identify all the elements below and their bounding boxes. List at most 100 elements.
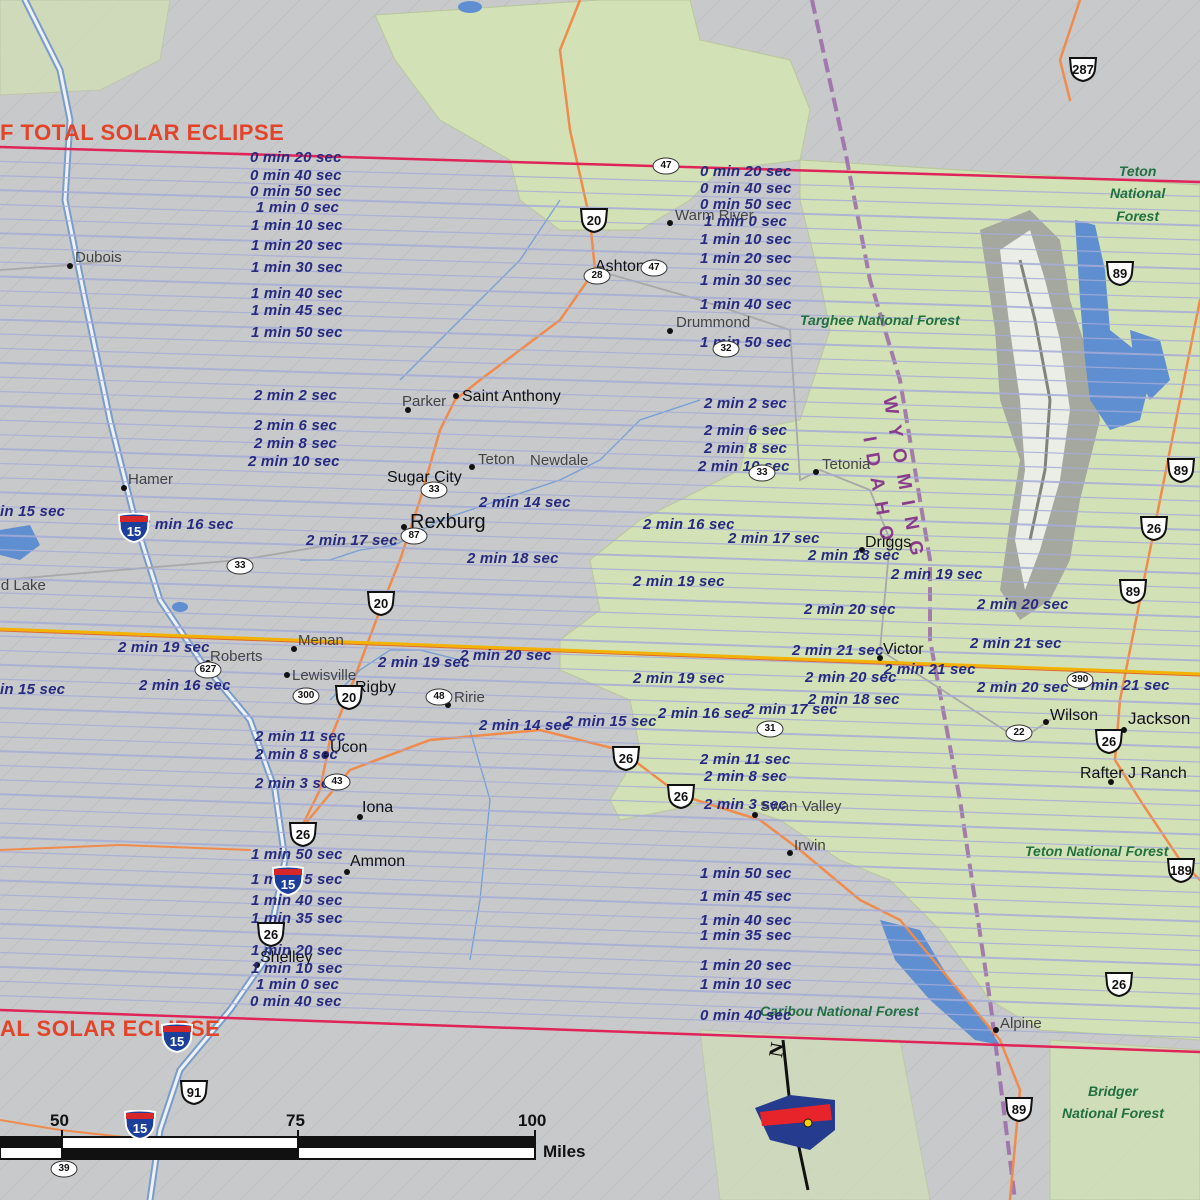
duration-label: 1 min 10 sec xyxy=(700,231,792,248)
duration-label: 2 min 19 sec xyxy=(891,566,983,583)
highway-shield-sr-31: 31 xyxy=(756,720,784,738)
highway-shield-sr-627: 627 xyxy=(192,661,224,679)
scale-label-50: 50 xyxy=(50,1111,69,1130)
duration-label: 1 min 0 sec xyxy=(256,976,340,993)
city-rafter-j-ranch: Rafter J Ranch xyxy=(1080,765,1187,782)
highway-number: 22 xyxy=(1013,727,1025,738)
highway-shield-sr-47: 47 xyxy=(640,259,668,277)
highway-shield-sr-33: 33 xyxy=(420,481,448,499)
duration-label: 0 min 20 sec xyxy=(250,149,342,166)
duration-label: 0 min 50 sec xyxy=(700,196,792,213)
highway-number: 189 xyxy=(1170,863,1192,878)
highway-number: 20 xyxy=(586,213,602,228)
scale-label-100: 100 xyxy=(518,1111,547,1130)
eclipse-path-map: F TOTAL SOLAR ECLIPSE AL SOLAR ECLIPSE W… xyxy=(0,0,1200,1200)
highway-shield-sr-33: 33 xyxy=(226,557,254,575)
duration-label: 2 min 17 sec xyxy=(306,532,398,549)
highway-number: 31 xyxy=(764,723,776,734)
highway-shield-sr-33: 33 xyxy=(748,464,776,482)
duration-label: 2 min 6 sec xyxy=(254,417,338,434)
highway-number: 15 xyxy=(132,1121,148,1136)
duration-label: 2 min 19 sec xyxy=(378,654,470,671)
highway-number: 26 xyxy=(618,751,634,766)
highway-number: 33 xyxy=(428,484,440,495)
duration-label: 2 min 20 sec xyxy=(460,647,552,664)
scale-unit-label: Miles xyxy=(543,1142,586,1161)
city-wilson: Wilson xyxy=(1050,707,1099,724)
highway-shield-us-91: 91 xyxy=(178,1078,210,1106)
city-tetonia: Tetonia xyxy=(822,456,871,473)
duration-label: 2 min 20 sec xyxy=(977,596,1069,613)
highway-shield-us-89: 89 xyxy=(1117,577,1149,605)
highway-shield-sr-39: 39 xyxy=(50,1160,78,1178)
duration-label: 0 min 20 sec xyxy=(700,163,792,180)
highway-number: 89 xyxy=(1112,266,1128,281)
duration-label: 1 min 50 sec xyxy=(251,846,343,863)
highway-number: 47 xyxy=(648,262,660,273)
duration-label: 0 min 40 sec xyxy=(250,993,342,1010)
highway-shield-us-26: 26 xyxy=(610,744,642,772)
highway-number: 91 xyxy=(186,1085,202,1100)
duration-label: 2 min 16 sec xyxy=(658,705,750,722)
forest-label-teton-ne: Teton National Forest xyxy=(1110,163,1166,224)
duration-label: 0 min 40 sec xyxy=(250,167,342,184)
duration-label: 1 min 30 sec xyxy=(700,272,792,289)
city-saint-anthony: Saint Anthony xyxy=(462,388,561,405)
duration-label: 2 min 10 sec xyxy=(248,453,340,470)
duration-label: 2 min 20 sec xyxy=(804,601,896,618)
highway-shield-sr-390: 390 xyxy=(1064,671,1096,689)
highway-number: 15 xyxy=(169,1034,185,1049)
duration-label: 1 min 20 sec xyxy=(700,957,792,974)
duration-label: 2 min 16 sec xyxy=(142,516,234,533)
highway-shield-us-20: 20 xyxy=(365,589,397,617)
duration-label: 1 min 50 sec xyxy=(700,865,792,882)
highway-shield-i-15: 15 xyxy=(123,1109,157,1141)
highway-number: 15 xyxy=(280,877,296,892)
city-alpine: Alpine xyxy=(1000,1015,1042,1032)
highway-shield-i-15: 15 xyxy=(271,865,305,897)
eclipse-north-title: F TOTAL SOLAR ECLIPSE xyxy=(0,120,285,145)
highway-shield-sr-22: 22 xyxy=(1005,724,1033,742)
city-lewisville: Lewisville xyxy=(292,667,357,684)
highway-shield-i-15: 15 xyxy=(117,512,151,544)
duration-label: 2 min 8 sec xyxy=(704,440,788,457)
highway-number: 47 xyxy=(660,160,672,171)
duration-label: 1 min 0 sec xyxy=(256,199,340,216)
highway-shield-i-15: 15 xyxy=(160,1022,194,1054)
highway-number: 26 xyxy=(1146,521,1162,536)
duration-label: 2 min 14 sec xyxy=(479,494,571,511)
duration-label: 1 min 40 sec xyxy=(251,285,343,302)
duration-label: 1 min 45 sec xyxy=(700,888,792,905)
duration-label: 2 min 18 sec xyxy=(467,550,559,567)
highway-number: 28 xyxy=(591,270,603,281)
highway-number: 89 xyxy=(1011,1102,1027,1117)
duration-label: 1 min 0 sec xyxy=(704,213,788,230)
duration-label: 2 min 6 sec xyxy=(704,422,788,439)
city-ririe: Ririe xyxy=(454,689,485,706)
city-irwin: Irwin xyxy=(794,837,826,854)
forest-label-bridger: Bridger National Forest xyxy=(1062,1083,1164,1122)
highway-shield-us-89: 89 xyxy=(1003,1095,1035,1123)
highway-shield-sr-47: 47 xyxy=(652,157,680,175)
duration-label: 2 min 11 sec xyxy=(255,728,346,745)
highway-number: 43 xyxy=(331,776,343,787)
highway-number: 26 xyxy=(1101,734,1117,749)
duration-label: 1 min 10 sec xyxy=(251,960,343,977)
duration-label: 1 min 10 sec xyxy=(251,217,343,234)
duration-label: 2 min 21 sec xyxy=(792,642,884,659)
highway-number: 26 xyxy=(1111,977,1127,992)
highway-shield-sr-48: 48 xyxy=(425,688,453,706)
highway-shield-us-26: 26 xyxy=(1103,970,1135,998)
highway-number: 20 xyxy=(341,690,357,705)
highway-shield-us-189: 189 xyxy=(1163,856,1199,884)
highway-shield-us-287: 287 xyxy=(1065,55,1101,83)
highway-number: 33 xyxy=(234,560,246,571)
duration-label: 2 min 15 sec xyxy=(565,713,657,730)
highway-shield-us-26: 26 xyxy=(255,920,287,948)
duration-label: 2 min 14 sec xyxy=(479,717,571,734)
duration-label: in 15 sec xyxy=(0,681,66,698)
highway-number: 89 xyxy=(1125,584,1141,599)
city-newdale: Newdale xyxy=(530,452,589,469)
duration-label: 2 min 18 sec xyxy=(808,547,900,564)
highway-shield-us-89: 89 xyxy=(1165,456,1197,484)
